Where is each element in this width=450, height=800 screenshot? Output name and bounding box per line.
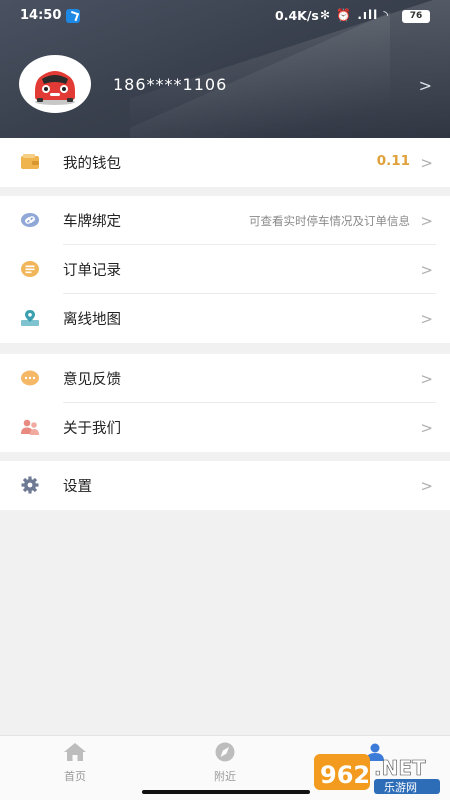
wallet-icon <box>21 154 39 169</box>
gear-icon <box>21 476 39 494</box>
menu-label: 订单记录 <box>63 263 121 279</box>
users-icon <box>21 419 39 435</box>
battery-icon: 76 <box>402 10 430 23</box>
notification-icon <box>66 9 80 23</box>
chevron-right-icon[interactable]: > <box>419 76 432 95</box>
wallet-balance: 0.11 <box>376 153 410 169</box>
status-time: 14:50 <box>20 8 62 23</box>
map-pin-icon <box>21 310 39 326</box>
menu-hint: 可查看实时停车情况及订单信息 <box>249 214 410 228</box>
network-speed: 0.4K/s <box>275 8 319 23</box>
chevron-right-icon: > <box>420 261 433 279</box>
profile-header[interactable]: 14:50 0.4K/s ✻ ⏰ .ıll ◝ 76 186****1106 > <box>0 0 450 138</box>
chevron-right-icon: > <box>420 477 433 495</box>
menu-item-settings[interactable]: 设置 > <box>0 461 450 510</box>
menu-group-support: 意见反馈 > 关于我们 > <box>0 354 450 452</box>
user-phone: 186****1106 <box>113 75 228 94</box>
svg-text:乐游网: 乐游网 <box>384 781 417 794</box>
compass-icon <box>215 742 235 762</box>
menu-group-wallet: 我的钱包 0.11 > <box>0 138 450 187</box>
menu-item-feedback[interactable]: 意见反馈 > <box>0 354 450 403</box>
home-indicator[interactable] <box>142 790 310 794</box>
menu-item-order-history[interactable]: 订单记录 > <box>0 245 450 294</box>
chevron-right-icon: > <box>420 310 433 328</box>
car-avatar-icon <box>35 71 75 105</box>
watermark-logo: 962 .NET 乐游网 <box>312 752 447 796</box>
menu-item-wallet[interactable]: 我的钱包 0.11 > <box>0 138 450 187</box>
chevron-right-icon: > <box>420 419 433 437</box>
menu-item-plate-binding[interactable]: 车牌绑定 可查看实时停车情况及订单信息 > <box>0 196 450 245</box>
chevron-right-icon: > <box>420 212 433 230</box>
menu-item-about-us[interactable]: 关于我们 > <box>0 403 450 452</box>
menu-label: 离线地图 <box>63 312 121 328</box>
tab-home[interactable]: 首页 <box>35 742 115 784</box>
menu-item-offline-map[interactable]: 离线地图 > <box>0 294 450 343</box>
chevron-right-icon: > <box>420 370 433 388</box>
menu-label: 意见反馈 <box>63 372 121 388</box>
link-icon <box>21 213 39 227</box>
svg-text:962: 962 <box>320 761 370 789</box>
menu-group-settings: 设置 > <box>0 461 450 510</box>
menu-label: 车牌绑定 <box>63 214 121 230</box>
chat-icon <box>21 370 39 386</box>
chevron-right-icon: > <box>420 154 433 172</box>
tab-nearby[interactable]: 附近 <box>185 742 265 784</box>
menu-label: 关于我们 <box>63 421 121 437</box>
home-icon <box>64 743 86 761</box>
menu-label: 我的钱包 <box>63 156 121 172</box>
status-indicators: ✻ ⏰ .ıll ◝ <box>320 8 390 22</box>
svg-text:.NET: .NET <box>374 756 426 780</box>
avatar[interactable] <box>19 55 91 113</box>
tab-label: 附近 <box>214 770 236 783</box>
tab-label: 首页 <box>64 770 86 783</box>
menu-label: 设置 <box>63 479 92 495</box>
menu-group-vehicle: 车牌绑定 可查看实时停车情况及订单信息 > 订单记录 > 离线地图 > <box>0 196 450 343</box>
list-icon <box>21 261 39 277</box>
status-bar: 14:50 0.4K/s ✻ ⏰ .ıll ◝ 76 <box>0 0 450 32</box>
watermark-logo-graphic: 962 .NET 乐游网 <box>314 754 440 794</box>
